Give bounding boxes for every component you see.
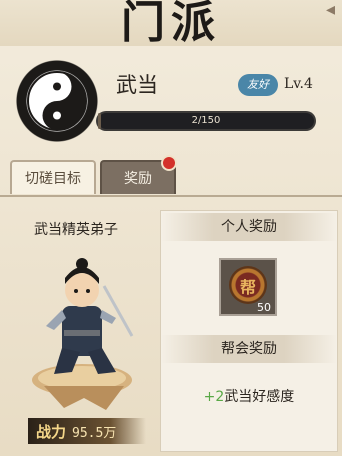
elite-disciple-character[interactable] xyxy=(24,248,144,422)
item-count: 50 xyxy=(257,301,271,314)
taiji-emblem-icon xyxy=(14,58,100,144)
close-icon[interactable]: ◂ xyxy=(326,0,340,20)
page-title: 门派 xyxy=(121,0,221,48)
power-label: 战力 xyxy=(36,423,67,441)
faction-reward-text: +2武当好感度 xyxy=(161,386,337,406)
bonus-amount: +2 xyxy=(203,389,225,405)
power-value: 95.5万 xyxy=(72,426,117,441)
reward-item-slot[interactable]: 帮 50 xyxy=(219,258,277,316)
progress-text: 2/150 xyxy=(191,115,221,126)
level-text: Lv.4 xyxy=(284,76,313,92)
personal-reward-header: 个人奖励 xyxy=(161,213,337,241)
friendship-badge: 友好 xyxy=(238,74,278,96)
coin-icon: 帮 xyxy=(229,266,267,304)
bonus-label: 武当好感度 xyxy=(224,389,295,405)
divider xyxy=(0,195,342,197)
tab-sparring-target[interactable]: 切磋目标 xyxy=(10,160,96,194)
experience-progress-bar: 2/150 xyxy=(98,113,314,129)
faction-reward-header: 帮会奖励 xyxy=(161,335,337,363)
combat-power: 战力 95.5万 xyxy=(28,418,146,444)
reward-panel: 个人奖励 帮 50 帮会奖励 +2武当好感度 xyxy=(160,210,338,452)
title-band: 门派 ◂ xyxy=(0,0,342,48)
sect-name: 武当 xyxy=(116,73,158,97)
target-name: 武当精英弟子 xyxy=(34,222,118,238)
coin-char: 帮 xyxy=(239,278,256,297)
sect-screen: 门派 ◂ 武当 友好 Lv.4 2/150 切磋目标 奖励 武当精英弟子 战力 … xyxy=(0,0,342,456)
notification-dot-icon xyxy=(163,157,175,169)
